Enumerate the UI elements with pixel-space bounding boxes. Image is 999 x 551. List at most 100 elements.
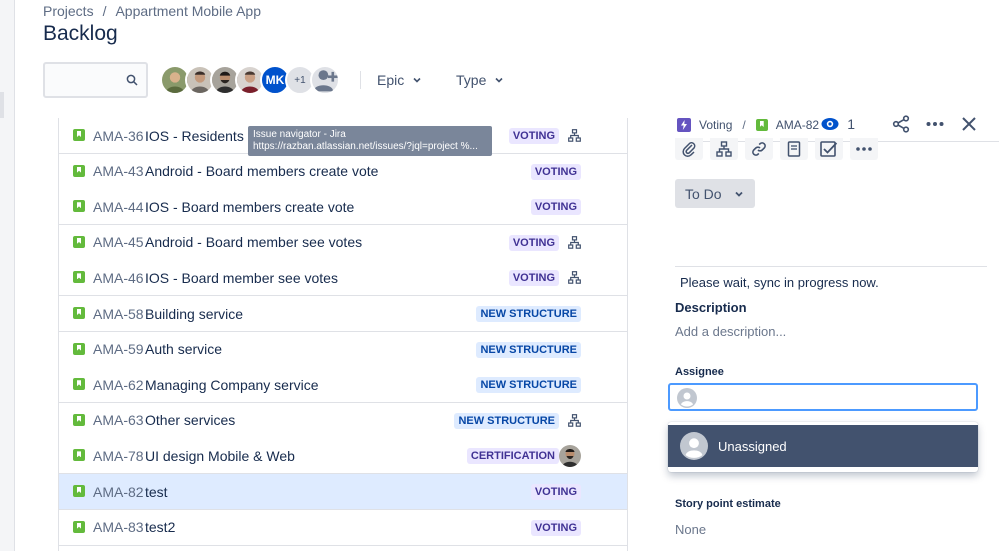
tooltip-title: Issue navigator - Jira	[253, 129, 346, 140]
assignee-dropdown: Unassigned	[668, 422, 978, 472]
search-input[interactable]	[45, 64, 121, 96]
breadcrumb-project-link[interactable]: Appartment Mobile App	[115, 3, 261, 19]
issue-row[interactable]: AMA-43 Android - Board members create vot…	[59, 153, 627, 190]
breadcrumb: Projects / Appartment Mobile App	[43, 3, 261, 19]
story-icon	[73, 164, 85, 177]
issue-summary[interactable]: Android - Board members create vote	[145, 163, 378, 179]
issue-key[interactable]: AMA-63	[93, 412, 144, 428]
epic-lozenge[interactable]: VOTING	[508, 234, 559, 251]
add-people-button[interactable]	[310, 65, 340, 95]
paperclip-icon	[682, 142, 696, 157]
sync-divider	[675, 266, 987, 267]
issue-key[interactable]: AMA-83	[93, 519, 144, 535]
epic-lozenge[interactable]: VOTING	[530, 484, 581, 500]
assignee-avatar[interactable]	[559, 445, 581, 468]
epic-lozenge[interactable]: VOTING	[508, 128, 559, 144]
issue-summary[interactable]: IOS - Board member see votes	[145, 270, 338, 286]
child-issues-icon[interactable]	[568, 413, 581, 427]
more-actions-button[interactable]	[925, 114, 945, 134]
link-issue-button[interactable]	[745, 138, 773, 160]
issue-summary[interactable]: Auth service	[145, 341, 222, 357]
assignee-field[interactable]	[668, 383, 978, 411]
story-icon	[73, 129, 85, 141]
detail-epic-link[interactable]: Voting	[699, 118, 732, 132]
issue-key[interactable]: AMA-36	[93, 128, 144, 144]
chevron-down-icon	[413, 77, 421, 83]
default-avatar-icon	[680, 432, 708, 460]
issue-row[interactable]: AMA-44 IOS - Board members create vote VOT…	[59, 189, 627, 226]
issue-row[interactable]: AMA-46 IOS - Board member see votes VOTING	[59, 260, 627, 297]
issue-row[interactable]: AMA-45 Android - Board member see votes VO…	[59, 224, 627, 261]
assignee-input[interactable]	[704, 387, 964, 407]
epic-lozenge[interactable]: NEW STRUCTURE	[454, 412, 559, 429]
epic-lozenge[interactable]: VOTING	[508, 270, 559, 287]
story-icon	[73, 235, 85, 248]
issue-key[interactable]: AMA-44	[93, 199, 144, 215]
issue-row[interactable]: AMA-78 UI design Mobile & Web CERTIFICATIO…	[59, 438, 627, 475]
issue-summary[interactable]: Android - Board member see votes	[145, 234, 362, 250]
type-filter-button[interactable]: Type	[456, 66, 504, 94]
epic-lozenge[interactable]: NEW STRUCTURE	[476, 377, 581, 394]
detail-breadcrumb: Voting / AMA-82	[677, 118, 819, 132]
type-filter-label: Type	[456, 72, 487, 88]
story-point-field[interactable]: None	[675, 522, 706, 537]
issue-key[interactable]: AMA-82	[93, 484, 144, 500]
child-issues-icon[interactable]	[568, 271, 581, 285]
issue-row[interactable]: AMA-58 Building service NEW STRUCTURE	[59, 296, 627, 332]
watch-button[interactable]: 1	[821, 115, 855, 133]
epic-filter-label: Epic	[377, 72, 405, 88]
close-button[interactable]	[959, 114, 979, 134]
issue-row[interactable]: AMA-63 Other services NEW STRUCTURE	[59, 402, 627, 439]
issue-key[interactable]: AMA-78	[93, 448, 144, 464]
issue-key[interactable]: AMA-45	[93, 234, 144, 250]
issue-summary[interactable]: test2	[145, 519, 175, 535]
issue-detail-panel: Voting / AMA-82 1 To Do Please wait, syn…	[667, 110, 999, 551]
status-dropdown-button[interactable]: To Do	[675, 179, 755, 208]
issue-summary[interactable]: Other services	[145, 412, 235, 428]
detail-issue-key-link[interactable]: AMA-82	[776, 118, 819, 132]
add-child-issue-button[interactable]	[710, 138, 738, 160]
issue-row[interactable]: AMA-59 Auth service NEW STRUCTURE	[59, 331, 627, 368]
issue-row[interactable]: AMA-62 Managing Company service NEW STRUCT…	[59, 367, 627, 404]
sidebar-collapse-handle[interactable]	[0, 92, 4, 118]
issue-key[interactable]: AMA-43	[93, 163, 144, 179]
story-point-label: Story point estimate	[675, 498, 781, 510]
epic-lozenge[interactable]: NEW STRUCTURE	[476, 306, 581, 322]
assignee-option-unassigned[interactable]: Unassigned	[668, 425, 978, 467]
child-issues-icon[interactable]	[568, 129, 581, 142]
share-button[interactable]	[891, 114, 911, 134]
story-icon	[73, 342, 85, 355]
issue-key[interactable]: AMA-59	[93, 341, 144, 357]
add-page-button[interactable]	[780, 138, 808, 160]
issue-summary[interactable]: IOS - Board members create vote	[145, 199, 354, 215]
breadcrumb-projects-link[interactable]: Projects	[43, 3, 94, 19]
issue-summary[interactable]: UI design Mobile & Web	[145, 448, 295, 464]
attach-button[interactable]	[675, 138, 703, 160]
issue-key[interactable]: AMA-58	[93, 306, 144, 322]
toolbar-divider	[360, 71, 361, 89]
breadcrumb-separator: /	[102, 3, 107, 19]
more-tools-button[interactable]	[850, 138, 878, 160]
description-field[interactable]: Add a description...	[675, 324, 786, 339]
epic-filter-button[interactable]: Epic	[377, 66, 422, 94]
issue-key[interactable]: AMA-46	[93, 270, 144, 286]
document-icon	[787, 141, 801, 157]
assignee-option-label: Unassigned	[718, 438, 787, 454]
epic-lozenge[interactable]: VOTING	[530, 199, 581, 216]
checklist-button[interactable]	[815, 138, 843, 160]
issue-row[interactable]: AMA-83 test2 VOTING	[59, 509, 627, 546]
search-field[interactable]	[43, 62, 148, 98]
epic-lozenge[interactable]: NEW STRUCTURE	[476, 341, 581, 358]
epic-lozenge[interactable]: VOTING	[530, 163, 581, 180]
epic-lozenge[interactable]: VOTING	[530, 519, 581, 536]
epic-lozenge[interactable]: CERTIFICATION	[466, 448, 559, 465]
story-icon	[73, 485, 85, 497]
child-issues-icon[interactable]	[568, 235, 581, 249]
issue-summary[interactable]: Managing Company service	[145, 377, 319, 393]
watch-count: 1	[847, 116, 855, 132]
issue-summary[interactable]: test	[145, 484, 168, 500]
issue-summary[interactable]: Building service	[145, 306, 243, 322]
hierarchy-icon	[716, 141, 732, 157]
issue-row[interactable]: AMA-82 test VOTING	[59, 474, 627, 510]
issue-key[interactable]: AMA-62	[93, 377, 144, 393]
